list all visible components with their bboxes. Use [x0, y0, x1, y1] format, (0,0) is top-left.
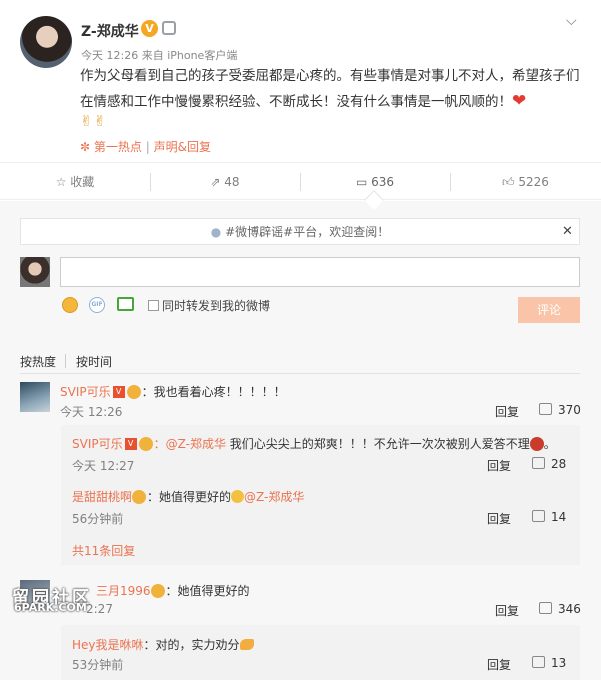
weibo-post-page: Z-郑成华 V ⌵ 今天 12:26 来自 iPhone客户端 作为父母看到自己… — [0, 0, 601, 680]
reply-like[interactable]: 14 — [532, 510, 566, 524]
member-icon — [162, 21, 176, 35]
reply-row: Hey我是咻咻：对的，实力劝分 — [72, 634, 254, 653]
notice-text[interactable]: #微博辟谣#平台，欢迎查阅！ — [225, 225, 389, 239]
comment-like-count: 370 — [558, 403, 581, 417]
more-replies-link[interactable]: 共11条回复 — [72, 542, 135, 559]
reply-time: 56分钟前 — [72, 512, 124, 526]
reply-mention[interactable]: ：@Z-郑成华 — [154, 437, 226, 451]
member-face-icon — [126, 384, 141, 399]
sort-divider — [65, 354, 66, 368]
vip-icon: V — [124, 437, 137, 450]
thumb-up-icon: 👍︎ — [502, 175, 515, 189]
favorite-label: 收藏 — [70, 175, 95, 189]
post-source[interactable]: 来自 iPhone客户端 — [142, 49, 238, 62]
sort-by-hot[interactable]: 按热度 — [20, 353, 56, 370]
reply-like-count: 13 — [551, 656, 567, 670]
action-bar: ☆ 收藏 ⇗ 48 ▭ 636 👍︎ 5226 — [0, 162, 601, 200]
reply-button[interactable]: 回复 — [487, 656, 511, 673]
reply-time: 今天 12:27 — [72, 459, 135, 473]
close-icon[interactable]: ✕ — [562, 218, 573, 245]
hot-icon: ✼ — [80, 140, 91, 154]
vip-icon: V — [112, 385, 125, 398]
repost-label: 同时转发到我的微博 — [162, 299, 271, 313]
favorite-button[interactable]: ☆ 收藏 — [0, 163, 150, 201]
comment-icon: ▭ — [355, 175, 368, 189]
comment-row: SVIP可乐 V ：我也看着心疼！！！！！ — [60, 381, 286, 400]
reply-username[interactable]: 是甜甜桃啊 — [72, 490, 132, 504]
reply-button[interactable]: 回复 — [487, 510, 511, 527]
member-face-icon — [138, 436, 153, 451]
reply-button[interactable]: 回复 — [495, 403, 519, 420]
reply-text: ：对的，实力劝分 — [143, 638, 240, 652]
victory-emoji: ✌✌ — [80, 112, 108, 130]
post-time[interactable]: 今天 12:26 — [81, 49, 138, 62]
tag-hot[interactable]: 第一热点 — [94, 140, 142, 154]
commenter-avatar[interactable] — [20, 382, 50, 412]
divider — [20, 373, 580, 374]
sort-by-time[interactable]: 按时间 — [76, 353, 112, 370]
reply-row: 是甜甜桃啊 ：她值得更好的 @Z-郑成华 — [72, 486, 304, 505]
reply-button[interactable]: 回复 — [495, 602, 519, 619]
comment-username[interactable]: SVIP可乐 — [60, 385, 111, 399]
gif-icon[interactable]: GIF — [89, 297, 105, 313]
forward-button[interactable]: ⇗ 48 — [150, 163, 300, 201]
forward-count: 48 — [224, 175, 240, 189]
member-face-icon — [150, 583, 165, 598]
reply-mention[interactable]: @Z-郑成华 — [244, 490, 304, 504]
reply-text: ：她值得更好的 — [147, 490, 232, 504]
flex-icon — [239, 639, 254, 650]
verified-badge-icon: V — [141, 20, 158, 37]
comment-text: ：我也看着心疼！！！！！ — [141, 385, 286, 399]
chevron-down-icon[interactable]: ⌵ — [566, 13, 577, 29]
rumor-notice: ● #微博辟谣#平台，欢迎查阅！ — [20, 218, 580, 245]
tag-statement[interactable]: 声明&回复 — [154, 140, 211, 154]
comment-like-count: 346 — [558, 602, 581, 616]
author-name[interactable]: Z-郑成华 — [81, 21, 139, 41]
heart-icon: ❤ — [512, 91, 527, 111]
reply-username[interactable]: SVIP可乐 — [72, 437, 123, 451]
reply-text: 我们心尖尖上的郑爽！！！不允许一次次被别人爱答不理 — [225, 437, 530, 451]
tag-separator: | — [145, 140, 150, 154]
member-face-icon — [132, 489, 147, 504]
repost-checkbox[interactable] — [148, 300, 159, 311]
thumb-up-icon — [532, 510, 545, 522]
thumb-up-icon — [532, 457, 545, 469]
notice-icon: ● — [210, 225, 222, 239]
thumb-up-icon — [539, 403, 552, 415]
reply-row: SVIP可乐 V ：@Z-郑成华 我们心尖尖上的郑爽！！！不允许一次次被别人爱答不理… — [72, 436, 556, 451]
thumb-up-icon — [539, 602, 552, 614]
thumb-up-icon — [532, 656, 545, 668]
author-avatar[interactable] — [20, 16, 72, 68]
reply-button[interactable]: 回复 — [487, 457, 511, 474]
post-meta: 今天 12:26 来自 iPhone客户端 — [81, 47, 237, 63]
like-button[interactable]: 👍︎ 5226 — [450, 163, 601, 201]
watermark-url: 6PARK.COM — [14, 601, 87, 614]
post-body: 作为父母看到自己的孩子受委屈都是心疼的。有些事情是对事儿不对人，希望孩子们在情感… — [80, 68, 580, 110]
forward-icon: ⇗ — [210, 175, 221, 189]
crying-icon — [231, 490, 245, 503]
reply-username[interactable]: Hey我是咻咻 — [72, 638, 144, 652]
post-tags: ✼ 第一热点 | 声明&回复 — [80, 138, 211, 155]
comment-like[interactable]: 346 — [539, 602, 581, 616]
comment-input[interactable] — [60, 257, 580, 287]
submit-comment-button[interactable]: 评论 — [518, 297, 580, 323]
comment-count: 636 — [371, 175, 395, 189]
comment-username[interactable]: 三月1996 — [96, 584, 151, 598]
angry-icon — [529, 436, 544, 451]
comment-like[interactable]: 370 — [539, 403, 581, 417]
my-avatar — [20, 257, 50, 287]
comment-time: 今天 12:26 — [60, 405, 123, 419]
emoji-icon[interactable] — [62, 297, 78, 313]
reply-like-count: 14 — [551, 510, 567, 524]
star-icon: ☆ — [55, 175, 67, 189]
comment-row: 三月1996 ：她值得更好的 — [96, 580, 250, 599]
reply-like[interactable]: 13 — [532, 656, 566, 670]
comment-text: ：她值得更好的 — [165, 584, 250, 598]
reply-like-count: 28 — [551, 457, 567, 471]
like-count: 5226 — [518, 175, 549, 189]
reply-like[interactable]: 28 — [532, 457, 566, 471]
reply-time: 53分钟前 — [72, 658, 124, 672]
post-text: 作为父母看到自己的孩子受委屈都是心疼的。有些事情是对事儿不对人，希望孩子们在情感… — [80, 64, 580, 115]
image-icon[interactable] — [117, 297, 134, 311]
